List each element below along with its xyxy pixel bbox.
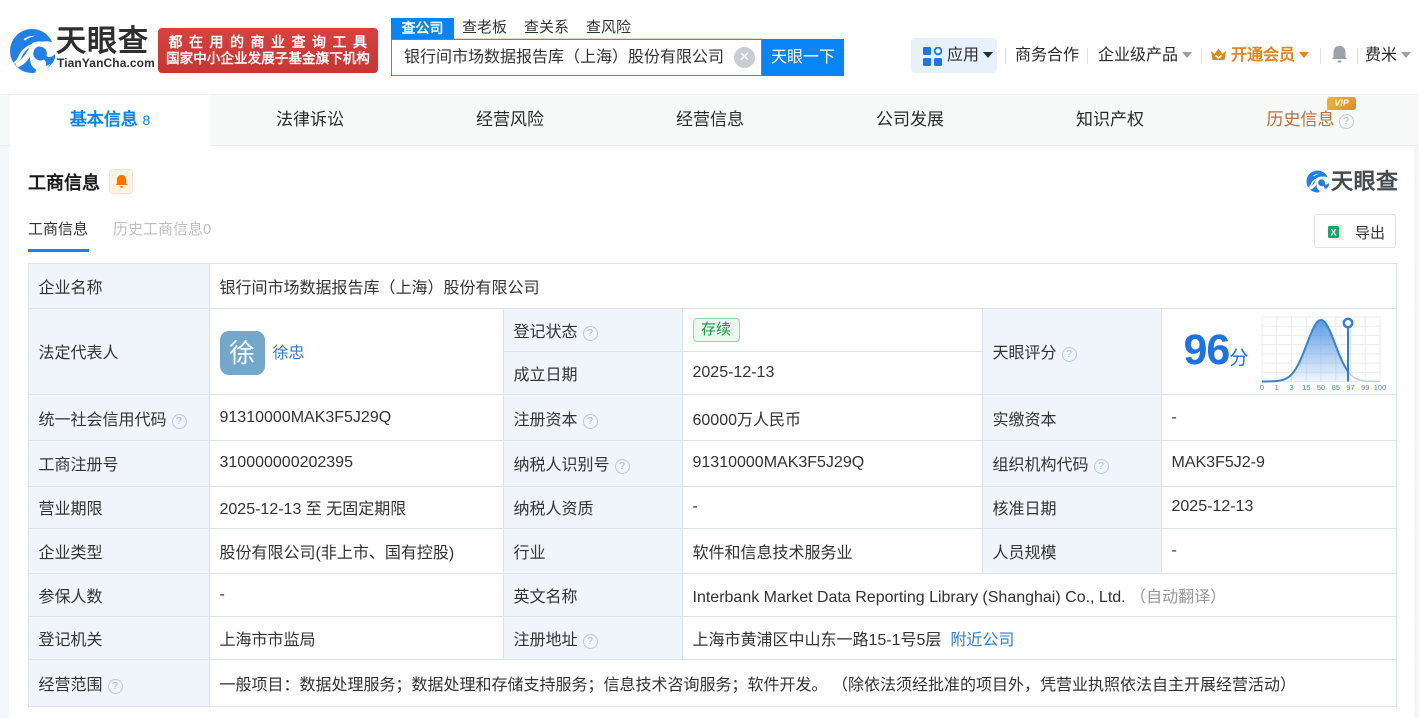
svg-text:15: 15 <box>1302 383 1310 392</box>
svg-text:50: 50 <box>1316 383 1324 392</box>
svg-text:1: 1 <box>1274 383 1278 392</box>
svg-text:0: 0 <box>1259 383 1263 392</box>
svg-text:85: 85 <box>1331 383 1339 392</box>
svg-text:99: 99 <box>1361 383 1369 392</box>
svg-text:100: 100 <box>1373 383 1386 392</box>
svg-text:X: X <box>1330 228 1336 238</box>
svg-text:97: 97 <box>1346 383 1354 392</box>
svg-text:3: 3 <box>1289 383 1293 392</box>
